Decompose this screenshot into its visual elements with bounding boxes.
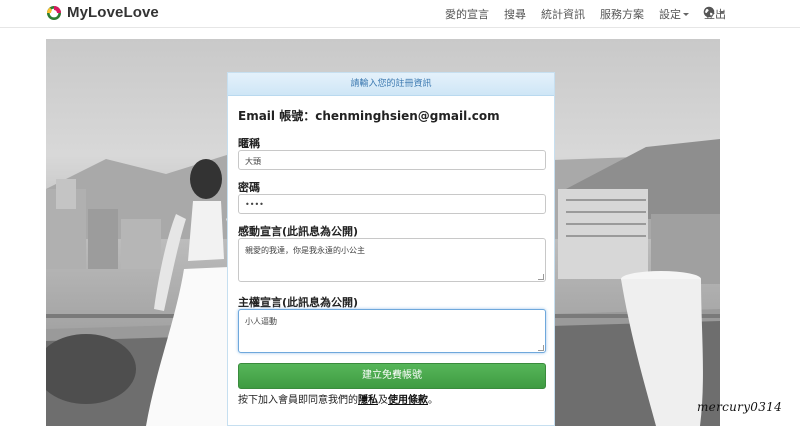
email-value: chenminghsien@gmail.com [315,109,500,123]
terms-suffix: 。 [428,395,438,406]
terms-of-use-link[interactable]: 使用條款 [388,395,428,406]
terms-and: 及 [378,395,388,406]
nav-settings-label: 設定 [659,7,681,21]
nickname-label: 暱稱 [238,137,260,150]
photo-watermark: mercury0314 [697,400,783,414]
nickname-value: 大頭 [245,157,261,166]
terms-text: 按下加入會員即同意我們的隱私及使用條款。 [238,391,438,406]
terms-prefix: 按下加入會員即同意我們的 [238,395,358,406]
brand[interactable]: MyLoveLove [46,4,159,21]
email-label: Email 帳號： [238,109,316,123]
password-value: •••• [245,200,264,209]
panel-heading: 請輸入您的註冊資訊 [228,73,554,96]
declaration-value: 親愛的我達，你是我永遠的小公主 [245,246,365,255]
declaration-label: 感動宣言(此訊息為公開) [238,225,359,238]
declaration-textarea[interactable]: 親愛的我達，你是我永遠的小公主 [238,238,546,282]
nav-item-search[interactable]: 搜尋 [504,6,526,22]
logo-icon [47,5,61,20]
create-account-button[interactable]: 建立免費帳號 [238,363,546,389]
resize-grip-icon[interactable] [538,274,544,280]
theme-value: 小人逼動 [245,317,277,326]
globe-icon [703,6,715,18]
password-input[interactable]: •••• [238,194,546,214]
caret-down-icon [683,13,689,16]
nav-item-stats[interactable]: 統計資訊 [541,6,585,22]
resize-grip-icon[interactable] [538,345,544,351]
main-nav: 愛的宣言 搜尋 統計資訊 服務方案 設定 登出 [430,0,726,27]
caret-down-icon [719,10,725,14]
theme-textarea[interactable]: 小人逼動 [238,309,546,353]
nickname-input[interactable]: 大頭 [238,150,546,170]
theme-label: 主權宣言(此訊息為公開) [238,296,359,309]
top-navbar: MyLoveLove 愛的宣言 搜尋 統計資訊 服務方案 設定 登出 [0,0,800,28]
brand-name: MyLoveLove [67,4,159,21]
registration-panel: 請輸入您的註冊資訊 Email 帳號：chenminghsien@gmail.c… [227,72,555,426]
nav-item-settings[interactable]: 設定 [659,6,689,22]
nav-item-plans[interactable]: 服務方案 [600,6,644,22]
email-row: Email 帳號：chenminghsien@gmail.com [238,107,500,124]
privacy-link[interactable]: 隱私 [358,395,378,406]
password-label: 密碼 [238,181,260,194]
nav-item-declaration[interactable]: 愛的宣言 [445,6,489,22]
language-menu[interactable] [703,6,725,18]
